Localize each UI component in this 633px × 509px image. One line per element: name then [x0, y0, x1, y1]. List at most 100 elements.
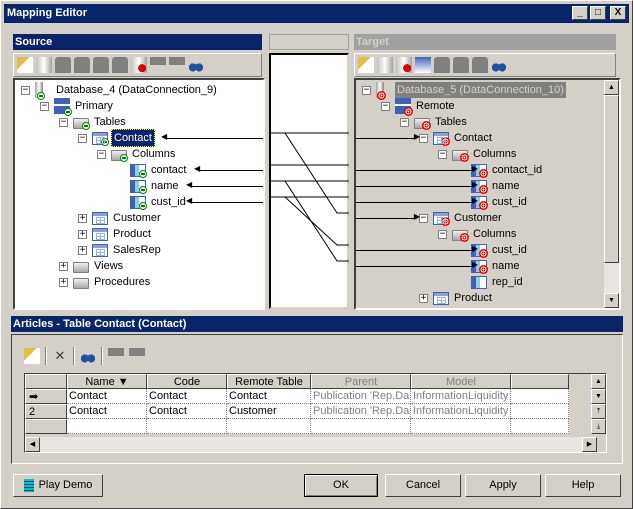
tree-node[interactable]: + SalesRep [78, 242, 163, 258]
table-cell[interactable]: Publication 'Rep.Dal [311, 404, 411, 419]
expand-icon[interactable]: + [59, 261, 68, 271]
table-cell[interactable]: Contact [67, 404, 147, 419]
tree-node[interactable]: rep_id [457, 274, 525, 290]
expand-icon[interactable]: + [419, 293, 428, 303]
grid-scroll-up[interactable]: ▲ [591, 374, 606, 389]
table-cell[interactable]: Contact [67, 389, 147, 404]
table-cell[interactable]: InformationLiquidity [411, 404, 511, 419]
minimize-button[interactable]: _ [572, 6, 588, 20]
tree-node[interactable]: − Columns [438, 146, 518, 162]
grid-scroll-top[interactable]: ⤒ [591, 404, 606, 419]
disabled-icon[interactable] [453, 57, 469, 73]
grid-scroll-bottom[interactable]: ⤓ [591, 419, 606, 434]
find-target-icon[interactable] [491, 57, 507, 73]
table-cell[interactable] [227, 419, 311, 434]
table-cell[interactable]: Contact [147, 404, 227, 419]
delete-mapping-icon[interactable] [131, 57, 147, 73]
articles-grid[interactable]: ◀ ▶ ▲ ▼ ⤒ ⤓ Name ▼ Code Remote Table Parent… [24, 373, 607, 453]
new-datasource-icon[interactable] [377, 57, 393, 73]
tree-node[interactable]: − Columns [97, 146, 177, 162]
tree-node[interactable]: + Product [419, 290, 494, 306]
column-header[interactable]: Code [147, 374, 227, 389]
table-cell[interactable]: Contact [227, 389, 311, 404]
tree-node[interactable]: − Database_5 (DataConnection_10) [362, 82, 566, 100]
collapse-icon[interactable]: − [419, 133, 428, 143]
tree-node[interactable]: + Customer [78, 210, 163, 226]
column-header[interactable] [511, 374, 569, 389]
tree-node[interactable]: − Primary [40, 98, 115, 116]
expand-icon[interactable]: + [78, 245, 87, 255]
table-cell[interactable] [511, 389, 569, 404]
apply-button[interactable]: Apply [465, 474, 541, 497]
disabled-icon[interactable] [74, 57, 90, 73]
tree-node[interactable]: contact [116, 162, 188, 178]
table-row[interactable]: ➡ Contact Contact Contact Publication 'Rep.D… [25, 389, 569, 404]
ok-button[interactable]: OK [304, 474, 378, 497]
properties-icon[interactable] [358, 57, 374, 73]
target-vertical-scrollbar[interactable]: ▲ ▼ [604, 80, 619, 308]
tree-node[interactable]: − Contact [419, 130, 494, 146]
table-cell[interactable]: InformationLiquidity [411, 389, 511, 404]
filter-apply-icon[interactable] [129, 348, 145, 364]
tree-node[interactable]: + SalesRep [419, 306, 504, 311]
table-cell[interactable]: Customer [227, 404, 311, 419]
disabled-icon[interactable] [434, 57, 450, 73]
table-cell[interactable] [311, 419, 411, 434]
scroll-right-button[interactable]: ▶ [582, 437, 597, 452]
collapse-icon[interactable]: − [400, 117, 409, 127]
expand-icon[interactable]: + [59, 277, 68, 287]
tree-node[interactable]: name [116, 178, 181, 194]
play-demo-button[interactable]: Play Demo [13, 474, 103, 497]
collapse-icon[interactable]: − [78, 133, 87, 143]
table-cell[interactable]: Contact [147, 389, 227, 404]
tree-node[interactable]: − Tables [400, 114, 469, 130]
disabled-icon[interactable] [112, 57, 128, 73]
table-row[interactable] [25, 419, 569, 434]
tree-node[interactable]: + Product [78, 226, 153, 242]
delete-datasource-icon[interactable] [396, 57, 412, 73]
find-icon[interactable] [188, 57, 204, 73]
scroll-up-button[interactable]: ▲ [604, 80, 619, 95]
collapse-icon[interactable]: − [59, 117, 68, 127]
mapping-link[interactable] [271, 180, 349, 262]
source-tree[interactable]: − Database_4 (DataConnection_9) − Primary − T… [13, 78, 265, 310]
grid-horizontal-scrollbar[interactable]: ◀ ▶ [25, 437, 597, 452]
properties-icon[interactable] [24, 348, 40, 364]
column-header[interactable]: Model [411, 374, 511, 389]
new-datasource-icon[interactable] [36, 57, 52, 73]
table-cell[interactable] [511, 404, 569, 419]
scroll-left-button[interactable]: ◀ [25, 437, 40, 452]
column-header[interactable]: Remote Table [227, 374, 311, 389]
tree-node[interactable]: − Remote [381, 98, 457, 116]
table-row[interactable]: 2 Contact Contact Customer Publication 'Rep.… [25, 404, 569, 419]
scroll-down-button[interactable]: ▼ [604, 293, 619, 308]
tree-node[interactable]: − Database_4 (DataConnection_9) [21, 82, 219, 100]
collapse-icon[interactable]: − [97, 149, 106, 159]
expand-icon[interactable]: + [78, 229, 87, 239]
disabled-icon[interactable] [472, 57, 488, 73]
table-cell[interactable] [511, 419, 569, 434]
column-header[interactable]: Name ▼ [67, 374, 147, 389]
scroll-thumb[interactable] [604, 95, 619, 263]
collapse-icon[interactable]: − [381, 101, 390, 111]
table-cell[interactable] [411, 419, 511, 434]
collapse-icon[interactable]: − [438, 149, 447, 159]
tree-node[interactable]: cust_id [116, 194, 188, 210]
close-button[interactable]: X [610, 6, 626, 20]
expand-icon[interactable]: + [419, 310, 428, 311]
maximize-button[interactable]: □ [590, 6, 606, 20]
table-cell[interactable] [67, 419, 147, 434]
filter-icon[interactable] [169, 57, 185, 73]
grid-scroll-down[interactable]: ▼ [591, 389, 606, 404]
row-header[interactable]: ➡ [25, 389, 67, 404]
mapping-link[interactable] [271, 132, 349, 214]
target-tree[interactable]: − Database_5 (DataConnection_10) − Remote − T… [354, 78, 621, 310]
help-button[interactable]: Help [545, 474, 621, 497]
filter-edit-icon[interactable] [108, 348, 124, 364]
collapse-icon[interactable]: − [362, 85, 371, 95]
collapse-icon[interactable]: − [419, 213, 428, 223]
disabled-icon[interactable] [55, 57, 71, 73]
delete-icon[interactable]: ✕ [52, 348, 68, 364]
add-objects-icon[interactable] [415, 57, 431, 73]
tree-node[interactable]: − Customer [419, 210, 504, 226]
